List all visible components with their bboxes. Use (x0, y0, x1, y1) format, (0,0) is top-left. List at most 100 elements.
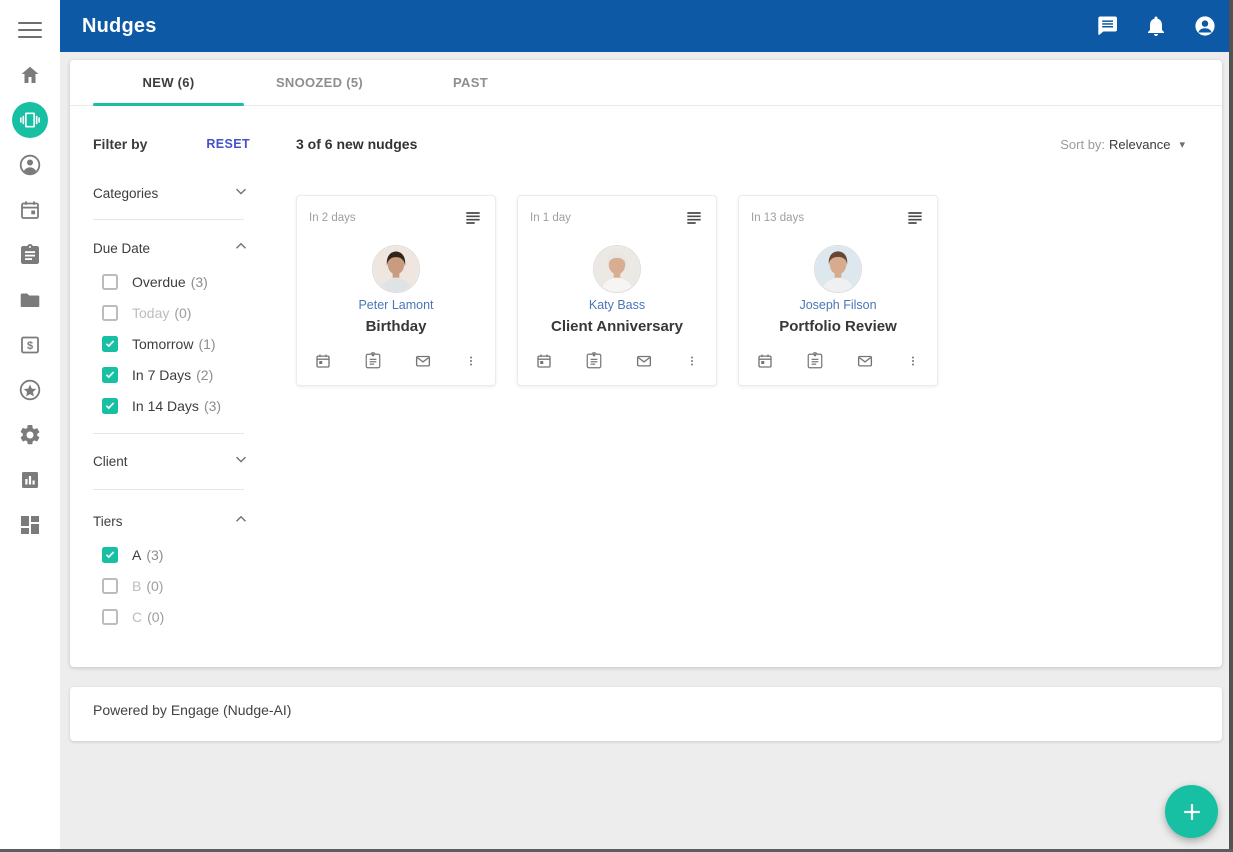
calendar-icon[interactable] (314, 352, 332, 370)
reset-filters-button[interactable]: RESET (206, 137, 250, 151)
card-actions (530, 352, 704, 370)
sidebar-item-home[interactable] (0, 52, 60, 97)
checkbox-checked-icon[interactable] (102, 547, 118, 563)
filter-section-client[interactable]: Client (93, 450, 250, 473)
calendar-icon[interactable] (535, 352, 553, 370)
chat-icon[interactable] (1095, 14, 1119, 38)
checkbox-icon[interactable] (102, 274, 118, 290)
sidebar-item-contacts[interactable] (0, 142, 60, 187)
card-actions (309, 352, 483, 370)
hamburger-icon[interactable] (18, 17, 42, 35)
app-header: Nudges (60, 0, 1233, 52)
filter-by-label: Filter by (93, 136, 147, 152)
filter-sidebar: Filter by RESET Categories Due Date O (70, 106, 273, 632)
mail-icon[interactable] (856, 352, 874, 370)
filter-option-in-7-days[interactable]: In 7 Days (2) (93, 359, 273, 390)
calendar-icon (18, 198, 42, 222)
mail-icon[interactable] (635, 352, 653, 370)
divider (93, 219, 244, 220)
nudge-card[interactable]: In 13 days Joseph Filson Portfoli (738, 195, 938, 386)
nudge-title: Portfolio Review (751, 318, 925, 335)
filter-option-overdue[interactable]: Overdue (3) (93, 266, 273, 297)
filter-option-tier-a[interactable]: A (3) (93, 539, 273, 570)
due-label: In 1 day (530, 208, 571, 224)
sidebar-item-documents[interactable] (0, 277, 60, 322)
avatar (814, 245, 862, 293)
powered-by-text: Powered by Engage (Nudge-AI) (93, 702, 291, 718)
checkbox-icon[interactable] (102, 609, 118, 625)
svg-text:$: $ (27, 340, 33, 352)
filter-option-tomorrow[interactable]: Tomorrow (1) (93, 328, 273, 359)
account-circle-icon[interactable] (1193, 14, 1217, 38)
clipboard-icon[interactable] (585, 352, 603, 370)
active-item-highlight (12, 102, 48, 138)
calendar-icon[interactable] (756, 352, 774, 370)
filter-option-tier-b[interactable]: B (0) (93, 570, 273, 601)
home-icon (18, 63, 42, 87)
nudge-card[interactable]: In 2 days Peter Lamont Birthday (296, 195, 496, 386)
sidebar-item-billing[interactable]: $ (0, 322, 60, 367)
chevron-up-icon (232, 237, 250, 260)
nudges-panel: NEW (6) SNOOZED (5) PAST Filter by RESET… (70, 60, 1222, 667)
add-nudge-fab[interactable] (1165, 785, 1218, 838)
checkbox-checked-icon[interactable] (102, 398, 118, 414)
filter-option-in-14-days[interactable]: In 14 Days (3) (93, 390, 273, 421)
nudge-card[interactable]: In 1 day Katy Bass Client Anniver (517, 195, 717, 386)
notes-icon[interactable] (463, 208, 483, 228)
more-vert-icon[interactable] (685, 352, 699, 370)
checkbox-icon[interactable] (102, 305, 118, 321)
plus-icon (1181, 801, 1203, 823)
sidebar-item-nudges[interactable] (0, 97, 60, 142)
filter-option-tier-c[interactable]: C (0) (93, 601, 273, 632)
filter-section-due-date[interactable]: Due Date (93, 237, 250, 260)
notifications-bell-icon[interactable] (1144, 14, 1168, 38)
client-name-link[interactable]: Katy Bass (530, 298, 704, 312)
avatar (593, 245, 641, 293)
tab-new[interactable]: NEW (6) (93, 60, 244, 105)
divider (93, 433, 244, 434)
avatar (372, 245, 420, 293)
client-name-link[interactable]: Peter Lamont (309, 298, 483, 312)
notes-icon[interactable] (905, 208, 925, 228)
sidebar-item-settings[interactable] (0, 412, 60, 457)
sidebar-item-reports[interactable] (0, 457, 60, 502)
checkbox-icon[interactable] (102, 578, 118, 594)
sidebar-item-dashboard[interactable] (0, 502, 60, 547)
person-icon (18, 153, 42, 177)
header-actions (1095, 14, 1217, 38)
page-title: Nudges (82, 15, 157, 38)
tab-past[interactable]: PAST (395, 60, 546, 105)
clipboard-icon (18, 243, 42, 267)
checkbox-checked-icon[interactable] (102, 336, 118, 352)
notes-icon[interactable] (684, 208, 704, 228)
sidebar-nav: $ (0, 52, 60, 547)
chevron-down-icon (232, 450, 250, 473)
active-tab-underline (93, 103, 244, 106)
client-name-link[interactable]: Joseph Filson (751, 298, 925, 312)
divider (93, 489, 244, 490)
more-vert-icon[interactable] (464, 352, 478, 370)
more-vert-icon[interactable] (906, 352, 920, 370)
nudge-title: Client Anniversary (530, 318, 704, 335)
clipboard-icon[interactable] (806, 352, 824, 370)
checkbox-checked-icon[interactable] (102, 367, 118, 383)
tab-bar: NEW (6) SNOOZED (5) PAST (70, 60, 1222, 106)
card-actions (751, 352, 925, 370)
clipboard-icon[interactable] (364, 352, 382, 370)
dropdown-caret-icon: ▾ (1179, 138, 1185, 151)
nudge-card-list: In 2 days Peter Lamont Birthday (296, 195, 1185, 386)
vibration-icon (20, 110, 40, 130)
mail-icon[interactable] (414, 352, 432, 370)
chevron-down-icon (232, 182, 250, 205)
tab-snoozed[interactable]: SNOOZED (5) (244, 60, 395, 105)
due-label: In 13 days (751, 208, 804, 224)
filter-section-categories[interactable]: Categories (93, 182, 250, 205)
filter-option-today[interactable]: Today (0) (93, 297, 273, 328)
folder-icon (18, 288, 42, 312)
filter-section-tiers[interactable]: Tiers (93, 510, 250, 533)
sidebar-item-calendar[interactable] (0, 187, 60, 232)
sort-dropdown[interactable]: Sort by: Relevance ▾ (1060, 137, 1185, 152)
nudge-count-summary: 3 of 6 new nudges (296, 136, 417, 152)
sidebar-item-tasks[interactable] (0, 232, 60, 277)
sidebar-item-favorites[interactable] (0, 367, 60, 412)
